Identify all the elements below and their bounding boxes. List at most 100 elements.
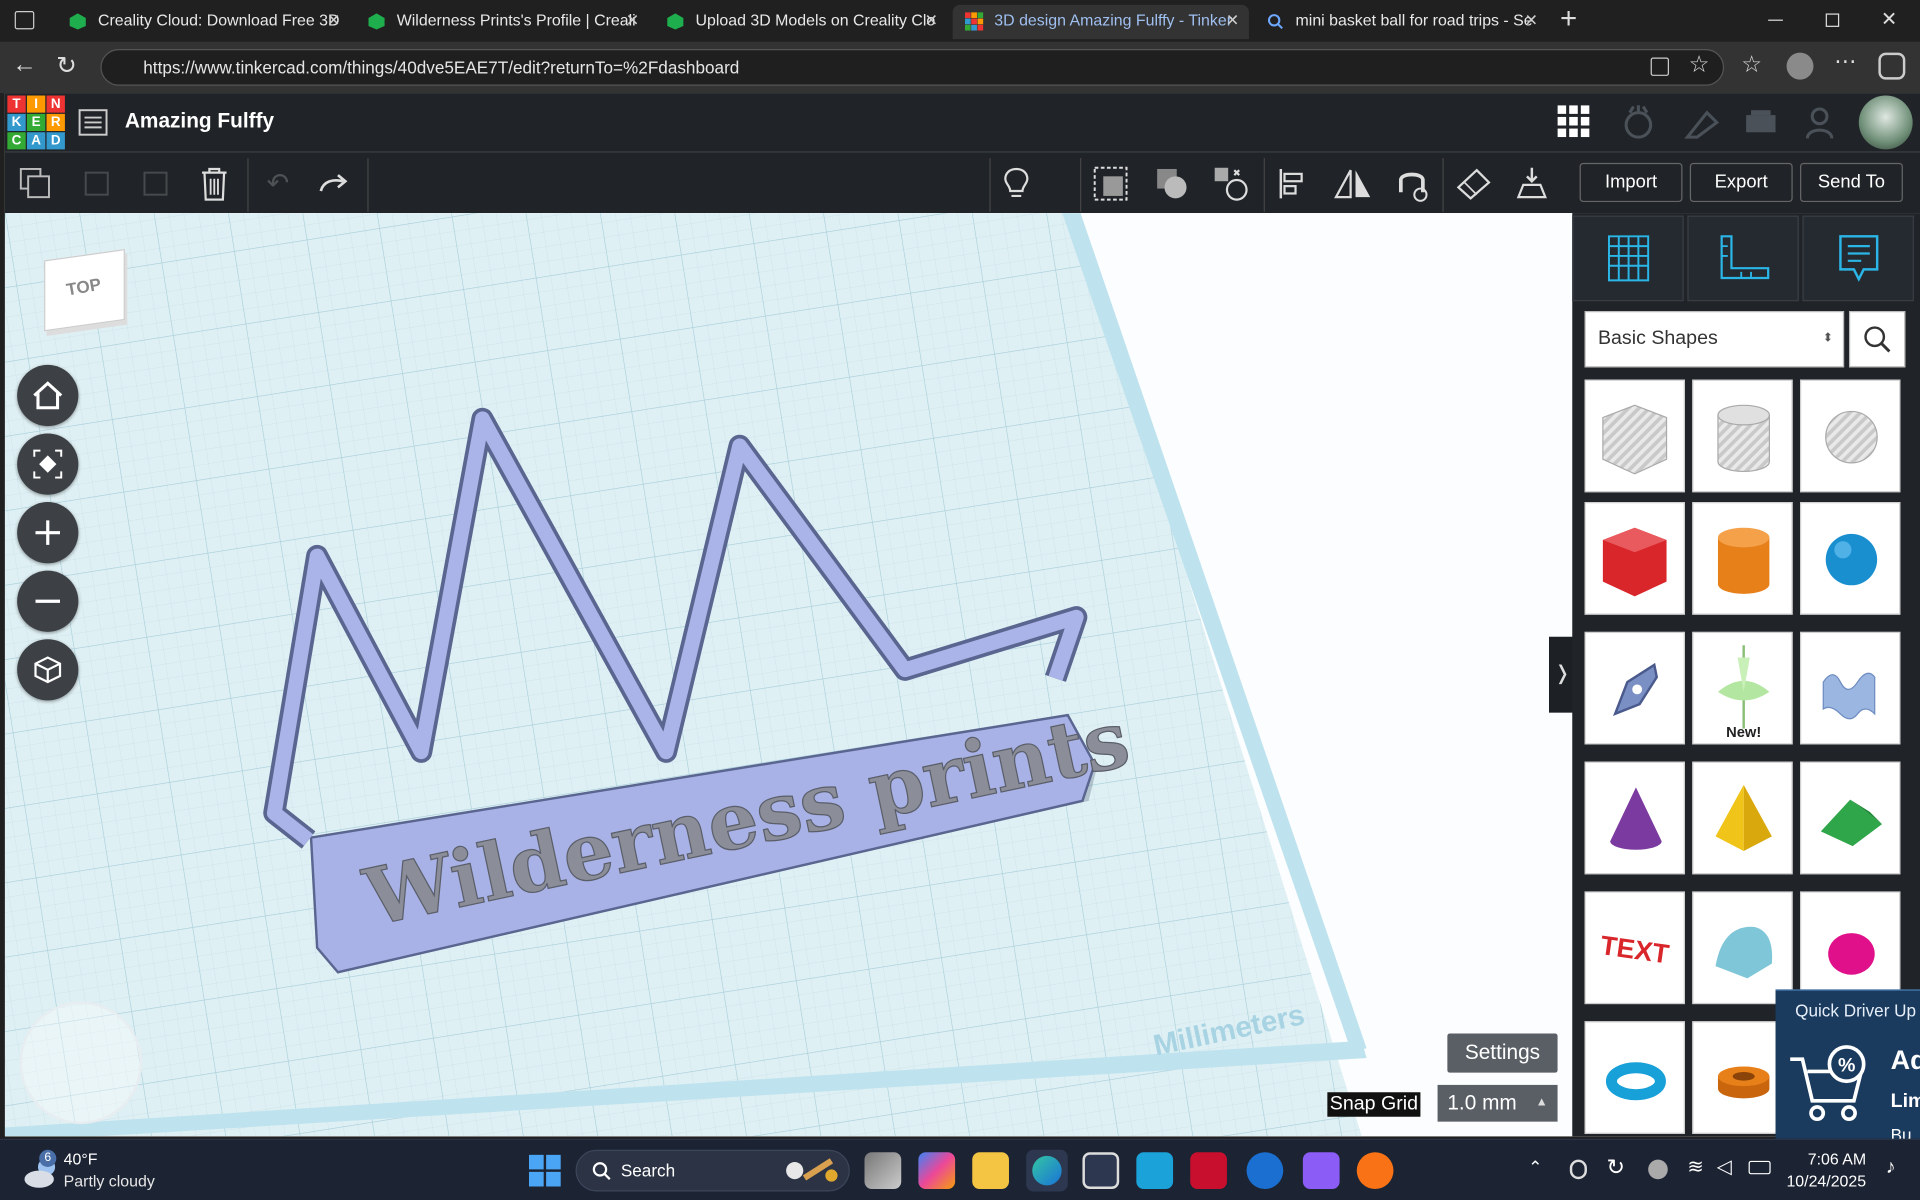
favorite-star-icon[interactable]: ☆ [1689,51,1710,79]
task-view-icon[interactable] [864,1152,902,1189]
drop-button[interactable] [1511,153,1553,214]
ruler-tab[interactable] [1687,215,1799,302]
user-avatar[interactable] [1858,95,1913,150]
notes-tab[interactable] [1802,215,1914,302]
close-tab-icon[interactable]: ✕ [327,5,340,37]
new-tab-icon[interactable]: + [1560,2,1577,36]
mcafee-icon[interactable] [1190,1152,1227,1189]
sync-icon[interactable]: ↻ [1607,1155,1625,1181]
favorites-icon[interactable]: ☆ [1741,51,1762,79]
home-view-button[interactable] [17,364,79,427]
zoom-out-button[interactable] [17,570,79,632]
shape-pyramid[interactable] [1692,761,1793,875]
view-hidden-button[interactable] [1090,153,1132,214]
tray-icon[interactable] [1569,1159,1587,1180]
send-to-button[interactable]: Send To [1800,162,1903,203]
settings-button[interactable]: Settings [1447,1033,1558,1073]
close-tab-icon[interactable]: ✕ [1525,5,1538,37]
zoom-in-button[interactable] [17,502,79,564]
shape-sphere[interactable] [1800,502,1901,615]
add-user-icon[interactable] [1802,103,1841,142]
shape-cylinder-hole[interactable] [1692,379,1793,493]
edge-browser-icon[interactable] [1026,1149,1068,1192]
design-list-icon[interactable] [78,108,108,137]
copy-button[interactable] [15,153,57,214]
duplicate-button[interactable] [135,153,177,214]
hp-icon[interactable] [1246,1152,1284,1189]
browser-tab-active[interactable]: 3D design Amazing Fulffy - Tinker ✕ [952,4,1249,40]
security-icon[interactable] [1648,1159,1668,1180]
shape-scribble[interactable] [1584,631,1685,745]
mirror-button[interactable] [1332,153,1374,214]
taskbar-search[interactable]: Search [575,1149,850,1192]
view-cube[interactable]: TOP [39,249,130,333]
ruler-button[interactable] [1452,153,1494,214]
app-icon[interactable] [1356,1152,1394,1189]
shape-cone[interactable] [1584,761,1685,875]
close-tab-icon[interactable]: ✕ [626,5,639,37]
perspective-button[interactable] [17,639,79,701]
paste-button[interactable] [76,153,118,214]
undo-button[interactable]: ↶ [257,153,299,214]
file-explorer-icon[interactable] [972,1152,1009,1189]
export-button[interactable]: Export [1689,162,1793,203]
shape-box[interactable] [1584,502,1685,615]
close-window-icon[interactable]: ✕ [1881,7,1897,31]
shape-generator[interactable] [1800,631,1901,745]
design-title[interactable]: Amazing Fulffy [125,109,274,133]
app-icon[interactable] [1302,1152,1340,1189]
profile-avatar[interactable] [1786,52,1814,80]
group-button[interactable] [1151,153,1193,214]
shape-cylinder[interactable] [1692,502,1793,615]
store-icon[interactable] [1082,1152,1120,1189]
cruise-button[interactable] [1391,153,1433,214]
driver-update-popup[interactable]: Quick Driver Up % Ad Lim Bu [1775,989,1920,1145]
notes-button[interactable] [997,153,1036,214]
browser-tab[interactable]: Upload 3D Models on Creality Clo ✕ [654,5,948,39]
shape-torus[interactable] [1584,1021,1685,1134]
shape-spinner[interactable]: New! [1692,631,1793,745]
navigation-ring[interactable] [19,1001,143,1125]
tinkercad-logo[interactable]: T I N K E R C A D [5,93,65,152]
more-menu-icon[interactable]: ⋯ [1834,49,1856,75]
browser-tab[interactable]: Wilderness Prints's Profile | Creali ✕ [355,5,649,39]
ungroup-button[interactable] [1210,153,1252,214]
browser-tab[interactable]: mini basket ball for road trips - Se ✕ [1254,5,1548,39]
bricks-icon[interactable] [1682,103,1721,142]
shape-category-select[interactable]: Basic Shapes ⬍ [1584,311,1845,368]
snap-grid-select[interactable]: 1.0 mm ▲ [1437,1084,1558,1122]
shape-sphere-hole[interactable] [1800,379,1901,493]
sim-lab-icon[interactable] [1741,103,1780,142]
copilot-app-icon[interactable] [918,1152,956,1189]
volume-icon[interactable]: ◁ [1717,1155,1732,1179]
shape-search-button[interactable] [1848,311,1906,368]
app-grid-icon[interactable] [1557,105,1590,138]
3d-viewport[interactable]: Wilderness prints Millimeters TOP Settin… [4,213,1573,1137]
shape-text[interactable]: TEXT [1584,891,1685,1005]
import-button[interactable]: Import [1579,162,1683,203]
app-icon[interactable] [1136,1152,1174,1189]
copilot-icon[interactable] [1878,52,1906,80]
address-bar[interactable]: https://www.tinkercad.com/things/40dve5E… [100,48,1725,86]
back-icon[interactable]: ← [12,51,36,79]
workplane-tab[interactable] [1572,215,1684,302]
close-tab-icon[interactable]: ✕ [925,5,938,37]
tab-actions-icon[interactable] [14,11,35,30]
redo-button[interactable] [313,153,355,214]
refresh-icon[interactable]: ↻ [56,50,77,81]
shape-paraboloid[interactable] [1800,891,1901,1005]
shape-half-cylinder[interactable] [1692,891,1793,1005]
close-tab-icon[interactable]: ✕ [1226,5,1239,37]
battery-icon[interactable] [1748,1160,1771,1175]
start-icon[interactable] [528,1154,561,1187]
delete-button[interactable] [193,153,235,214]
fit-view-button[interactable] [17,433,79,495]
show-hidden-icons[interactable]: ⌃ [1528,1157,1542,1178]
restore-icon[interactable] [1825,13,1840,27]
notification-bell-icon[interactable]: ♪ [1886,1157,1896,1179]
align-button[interactable] [1273,153,1312,214]
minimize-icon[interactable] [1768,19,1783,21]
clock-time[interactable]: 7:06 AM [1800,1150,1866,1168]
shape-roof[interactable] [1800,761,1901,875]
clock-date[interactable]: 10/24/2025 [1780,1172,1866,1190]
